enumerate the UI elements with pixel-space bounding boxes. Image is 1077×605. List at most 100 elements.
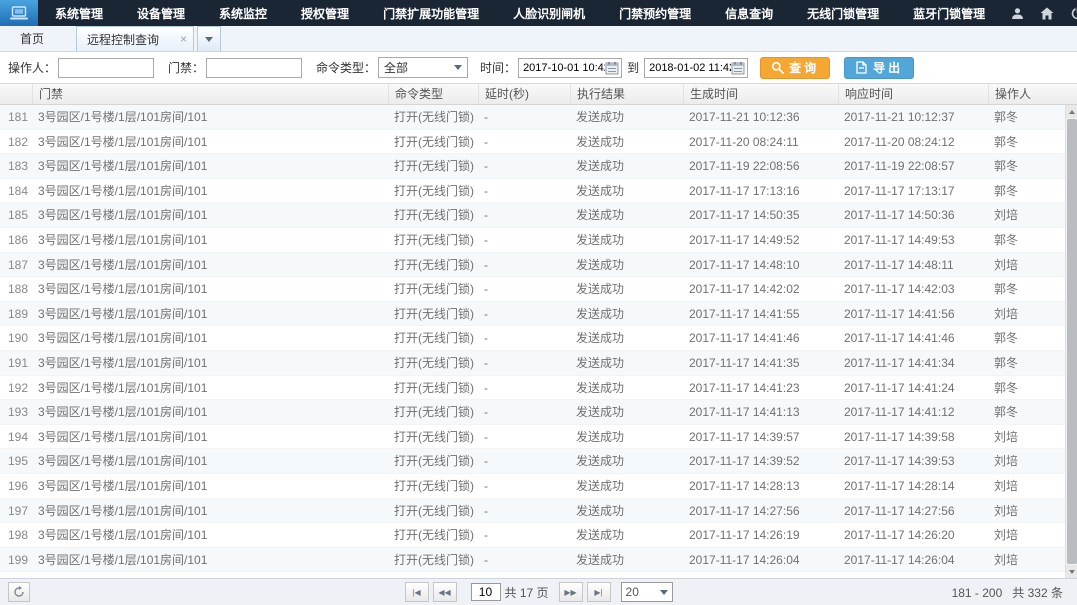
scroll-up-icon[interactable] <box>1066 105 1077 118</box>
refresh-button[interactable] <box>8 582 30 602</box>
tab-close-icon[interactable]: × <box>180 33 187 45</box>
table-row[interactable]: 198 3号园区/1号楼/1层/101房间/101 打开(无线门锁) - 发送成… <box>0 523 1065 548</box>
search-button-label: 查询 <box>789 59 819 76</box>
cell-operator: 刘培 <box>988 425 1065 449</box>
command-type-select[interactable]: 全部 <box>378 57 468 78</box>
export-button[interactable]: 导出 <box>844 57 914 79</box>
cell-command-type: 打开(无线门锁) <box>388 253 478 277</box>
laptop-icon <box>9 6 29 21</box>
table-row[interactable]: 182 3号园区/1号楼/1层/101房间/101 打开(无线门锁) - 发送成… <box>0 130 1065 155</box>
cell-created-time: 2017-11-17 14:48:10 <box>683 253 838 277</box>
cell-exec-result: 发送成功 <box>570 376 683 400</box>
app-logo[interactable] <box>0 0 38 26</box>
cell-exec-result: 发送成功 <box>570 179 683 203</box>
cell-response-time: 2017-11-19 22:08:57 <box>838 154 988 178</box>
calendar-icon[interactable] <box>605 61 619 75</box>
page-size-select[interactable]: 20 <box>621 582 673 602</box>
cell-door: 3号园区/1号楼/1层/101房间/101 <box>32 277 388 301</box>
table-row[interactable]: 185 3号园区/1号楼/1层/101房间/101 打开(无线门锁) - 发送成… <box>0 203 1065 228</box>
current-page-input[interactable] <box>470 583 500 601</box>
first-page-button[interactable]: |◀ <box>404 582 428 602</box>
menu-item[interactable]: 无线门锁管理 <box>790 0 896 26</box>
time-to-field <box>644 58 748 78</box>
cell-response-time: 2017-11-17 14:27:56 <box>838 499 988 523</box>
table-row[interactable]: 181 3号园区/1号楼/1层/101房间/101 打开(无线门锁) - 发送成… <box>0 105 1065 130</box>
table-row[interactable]: 183 3号园区/1号楼/1层/101房间/101 打开(无线门锁) - 发送成… <box>0 154 1065 179</box>
cell-delay: - <box>478 474 570 498</box>
time-from-input[interactable] <box>523 62 605 74</box>
table-row[interactable]: 186 3号园区/1号楼/1层/101房间/101 打开(无线门锁) - 发送成… <box>0 228 1065 253</box>
cell-delay: - <box>478 449 570 473</box>
power-icon[interactable] <box>1062 0 1077 26</box>
menu-item[interactable]: 门禁预约管理 <box>602 0 708 26</box>
menu-item[interactable]: 设备管理 <box>120 0 202 26</box>
table-row[interactable]: 192 3号园区/1号楼/1层/101房间/101 打开(无线门锁) - 发送成… <box>0 376 1065 401</box>
cell-row-number: 196 <box>0 474 32 498</box>
menu-item[interactable]: 蓝牙门锁管理 <box>896 0 1002 26</box>
menu-item[interactable]: 系统管理 <box>38 0 120 26</box>
scroll-down-icon[interactable] <box>1066 565 1077 578</box>
cell-command-type: 打开(无线门锁) <box>388 474 478 498</box>
operator-filter-input[interactable] <box>58 58 154 78</box>
menu-item[interactable]: 门禁扩展功能管理 <box>366 0 496 26</box>
cell-row-number: 189 <box>0 302 32 326</box>
table-row[interactable]: 190 3号园区/1号楼/1层/101房间/101 打开(无线门锁) - 发送成… <box>0 326 1065 351</box>
tab-home[interactable]: 首页 <box>2 26 62 51</box>
door-filter-input[interactable] <box>206 58 302 78</box>
table-row[interactable]: 188 3号园区/1号楼/1层/101房间/101 打开(无线门锁) - 发送成… <box>0 277 1065 302</box>
table-row[interactable]: 191 3号园区/1号楼/1层/101房间/101 打开(无线门锁) - 发送成… <box>0 351 1065 376</box>
cell-door: 3号园区/1号楼/1层/101房间/101 <box>32 253 388 277</box>
cell-row-number: 191 <box>0 351 32 375</box>
table-row[interactable]: 187 3号园区/1号楼/1层/101房间/101 打开(无线门锁) - 发送成… <box>0 253 1065 278</box>
table-row[interactable]: 195 3号园区/1号楼/1层/101房间/101 打开(无线门锁) - 发送成… <box>0 449 1065 474</box>
next-page-button[interactable]: ▶▶ <box>559 582 583 602</box>
cell-operator: 郭冬 <box>988 400 1065 424</box>
cell-response-time: 2017-11-17 14:26:04 <box>838 548 988 572</box>
page-size-value: 20 <box>626 585 660 599</box>
cell-operator: 刘培 <box>988 548 1065 572</box>
header-door[interactable]: 门禁 <box>32 84 388 104</box>
time-to-input[interactable] <box>649 62 731 74</box>
search-button[interactable]: 查询 <box>760 57 830 79</box>
cell-response-time: 2017-11-17 14:26:20 <box>838 523 988 547</box>
home-icon[interactable] <box>1032 0 1062 26</box>
cell-exec-result: 发送成功 <box>570 474 683 498</box>
table-row[interactable]: 194 3号园区/1号楼/1层/101房间/101 打开(无线门锁) - 发送成… <box>0 425 1065 450</box>
cell-delay: - <box>478 548 570 572</box>
table-row[interactable]: 199 3号园区/1号楼/1层/101房间/101 打开(无线门锁) - 发送成… <box>0 548 1065 573</box>
tab-list-dropdown[interactable] <box>197 26 221 51</box>
prev-page-button[interactable]: ◀◀ <box>432 582 456 602</box>
cell-command-type: 打开(无线门锁) <box>388 351 478 375</box>
scrollbar-thumb[interactable] <box>1067 119 1077 564</box>
header-created-time[interactable]: 生成时间 <box>683 84 838 104</box>
header-row-number <box>0 84 32 104</box>
header-exec-result[interactable]: 执行结果 <box>570 84 683 104</box>
cell-operator: 刘培 <box>988 203 1065 227</box>
header-delay[interactable]: 延时(秒) <box>478 84 570 104</box>
calendar-icon[interactable] <box>731 61 745 75</box>
cell-operator: 郭冬 <box>988 105 1065 129</box>
menu-item[interactable]: 信息查询 <box>708 0 790 26</box>
cell-exec-result: 发送成功 <box>570 499 683 523</box>
cell-delay: - <box>478 253 570 277</box>
table-row[interactable]: 196 3号园区/1号楼/1层/101房间/101 打开(无线门锁) - 发送成… <box>0 474 1065 499</box>
menu-item[interactable]: 授权管理 <box>284 0 366 26</box>
table-row[interactable]: 193 3号园区/1号楼/1层/101房间/101 打开(无线门锁) - 发送成… <box>0 400 1065 425</box>
menu-item[interactable]: 系统监控 <box>202 0 284 26</box>
cell-operator: 刘培 <box>988 523 1065 547</box>
table-row[interactable]: 197 3号园区/1号楼/1层/101房间/101 打开(无线门锁) - 发送成… <box>0 499 1065 524</box>
table-row[interactable]: 189 3号园区/1号楼/1层/101房间/101 打开(无线门锁) - 发送成… <box>0 302 1065 327</box>
last-page-button[interactable]: ▶| <box>587 582 611 602</box>
menu-item[interactable]: 人脸识别闸机 <box>496 0 602 26</box>
cell-response-time: 2017-11-20 08:24:12 <box>838 130 988 154</box>
header-command-type[interactable]: 命令类型 <box>388 84 478 104</box>
user-icon[interactable] <box>1002 0 1032 26</box>
header-operator[interactable]: 操作人 <box>988 84 1077 104</box>
tab-remote-control-query[interactable]: 远程控制查询 × <box>76 26 194 51</box>
vertical-scrollbar[interactable] <box>1065 105 1077 578</box>
header-response-time[interactable]: 响应时间 <box>838 84 988 104</box>
cell-command-type: 打开(无线门锁) <box>388 302 478 326</box>
table-row[interactable]: 184 3号园区/1号楼/1层/101房间/101 打开(无线门锁) - 发送成… <box>0 179 1065 204</box>
cell-command-type: 打开(无线门锁) <box>388 376 478 400</box>
cell-response-time: 2017-11-17 14:41:34 <box>838 351 988 375</box>
